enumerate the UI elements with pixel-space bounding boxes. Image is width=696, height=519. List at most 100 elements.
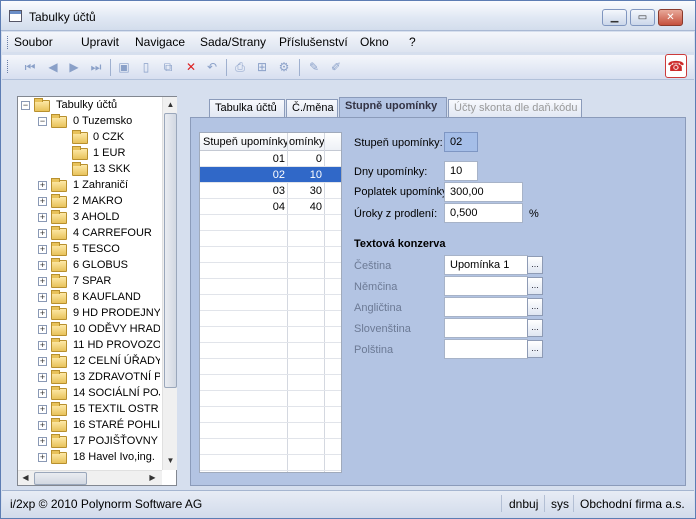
tree-item[interactable]: +18 Havel Ivo,ing. [38,450,160,466]
expand-icon[interactable]: + [38,277,47,286]
tree-item[interactable]: +4 CARREFOUR [38,226,160,242]
column-header-dny[interactable]: omínky [289,136,339,148]
prev-record-icon[interactable]: ◀ [45,59,61,75]
expand-icon[interactable]: + [38,261,47,270]
empty-row[interactable] [200,359,341,375]
expand-icon[interactable]: + [38,453,47,462]
expand-icon[interactable]: + [38,405,47,414]
empty-row[interactable] [200,231,341,247]
table-row-selected[interactable]: 02 10 [200,167,341,183]
table-row[interactable]: 01 0 [200,151,341,167]
text-field-cestina[interactable]: Upomínka 1 [444,255,528,275]
expand-icon[interactable]: + [38,437,47,446]
table-row[interactable]: 04 40 [200,199,341,215]
tree-item[interactable]: +9 HD PRODEJNY [38,306,160,322]
empty-row[interactable] [200,407,341,423]
text-field-polstina[interactable] [444,339,528,359]
expand-icon[interactable]: + [38,229,47,238]
tree-horizontal-scrollbar[interactable]: ◀ ▶ [18,470,162,485]
next-record-icon[interactable]: ▶ [66,59,82,75]
pick-button-slovenstina[interactable]: ... [527,319,543,337]
tree-item[interactable]: +6 GLOBUS [38,258,160,274]
tree-item[interactable]: +13 ZDRAVOTNÍ P [38,370,160,386]
menu-help[interactable]: ? [409,35,416,49]
scroll-down-icon[interactable]: ▼ [164,454,177,468]
expand-icon[interactable]: + [38,325,47,334]
empty-row[interactable] [200,327,341,343]
tab-tabulka-uctu[interactable]: Tabulka účtů [209,99,285,117]
tree-icon[interactable]: ⊞ [254,59,270,75]
expand-icon[interactable]: + [38,341,47,350]
menu-okno[interactable]: Okno [360,35,389,49]
tree-item[interactable]: +2 MAKRO [38,194,160,210]
empty-row[interactable] [200,247,341,263]
expand-icon[interactable]: + [38,309,47,318]
empty-row[interactable] [200,279,341,295]
scroll-thumb[interactable] [164,113,177,388]
text-field-anglictina[interactable] [444,297,528,317]
close-button[interactable]: ✕ [658,9,683,26]
delete-icon[interactable]: ✕ [183,59,199,75]
empty-row[interactable] [200,375,341,391]
expand-icon[interactable]: + [38,389,47,398]
maximize-button[interactable]: ▭ [630,9,655,26]
tab-ucty-skonta[interactable]: Účty skonta dle daň.kódu [448,99,582,117]
pick-button-anglictina[interactable]: ... [527,298,543,316]
text-field-nemcina[interactable] [444,276,528,296]
tree-item[interactable]: 0 CZK [72,130,160,146]
tree-root[interactable]: − Tabulky účtů [21,98,161,114]
undo-icon[interactable]: ↶ [204,59,220,75]
tree-item[interactable]: +12 CELNÍ ÚŘADY [38,354,160,370]
tree-item[interactable]: +3 AHOLD [38,210,160,226]
empty-row[interactable] [200,343,341,359]
menu-soubor[interactable]: Soubor [14,35,53,49]
tree-item[interactable]: +1 Zahraničí [38,178,160,194]
pick-button-cestina[interactable]: ... [527,256,543,274]
edit-pen-icon[interactable]: ✐ [328,59,344,75]
expand-icon[interactable]: + [38,245,47,254]
expand-icon[interactable]: + [38,357,47,366]
empty-row[interactable] [200,263,341,279]
collapse-icon[interactable]: − [21,101,30,110]
tree-item[interactable]: +15 TEXTIL OSTR [38,402,160,418]
save-icon[interactable]: ▣ [116,59,132,75]
table-row[interactable]: 03 30 [200,183,341,199]
text-field-slovenstina[interactable] [444,318,528,338]
menu-prislusenstvi[interactable]: Příslušenství [279,35,348,49]
tab-cislo-mena[interactable]: Č./měna [286,99,338,117]
copy-icon[interactable]: ⧉ [160,59,176,75]
expand-icon[interactable]: + [38,421,47,430]
tree-item[interactable]: 13 SKK [72,162,160,178]
empty-row[interactable] [200,295,341,311]
print-icon[interactable]: ⎙ [232,59,248,75]
expand-icon[interactable]: + [38,293,47,302]
tree-item[interactable]: +14 SOCIÁLNÍ POJ [38,386,160,402]
poplatek-field[interactable]: 300,00 [444,182,523,202]
empty-row[interactable] [200,311,341,327]
tree-item[interactable]: +8 KAUFLAND [38,290,160,306]
tree-item[interactable]: − 0 Tuzemsko [38,114,160,130]
gear-icon[interactable]: ⚙ [276,59,292,75]
stupen-field[interactable]: 02 [444,132,478,152]
uroky-field[interactable]: 0,500 [444,203,523,223]
expand-icon[interactable]: + [38,373,47,382]
empty-row[interactable] [200,215,341,231]
tree-item[interactable]: 1 EUR [72,146,160,162]
tree-item[interactable]: +5 TESCO [38,242,160,258]
tree-item[interactable]: +7 SPAR [38,274,160,290]
first-record-icon[interactable]: ⏮ [22,59,38,75]
scroll-right-icon[interactable]: ▶ [146,471,159,485]
collapse-icon[interactable]: − [38,117,47,126]
minimize-button[interactable]: ▁ [602,9,627,26]
empty-row[interactable] [200,423,341,439]
expand-icon[interactable]: + [38,197,47,206]
dny-field[interactable]: 10 [444,161,478,181]
empty-row[interactable] [200,455,341,471]
expand-icon[interactable]: + [38,213,47,222]
tab-stupne-upominky[interactable]: Stupně upomínky [339,97,447,118]
tree-vertical-scrollbar[interactable]: ▲ ▼ [162,97,177,470]
scroll-up-icon[interactable]: ▲ [164,98,177,112]
pick-button-nemcina[interactable]: ... [527,277,543,295]
last-record-icon[interactable]: ⏭ [88,59,104,75]
tree-item[interactable]: +10 ODĚVY HRAD [38,322,160,338]
